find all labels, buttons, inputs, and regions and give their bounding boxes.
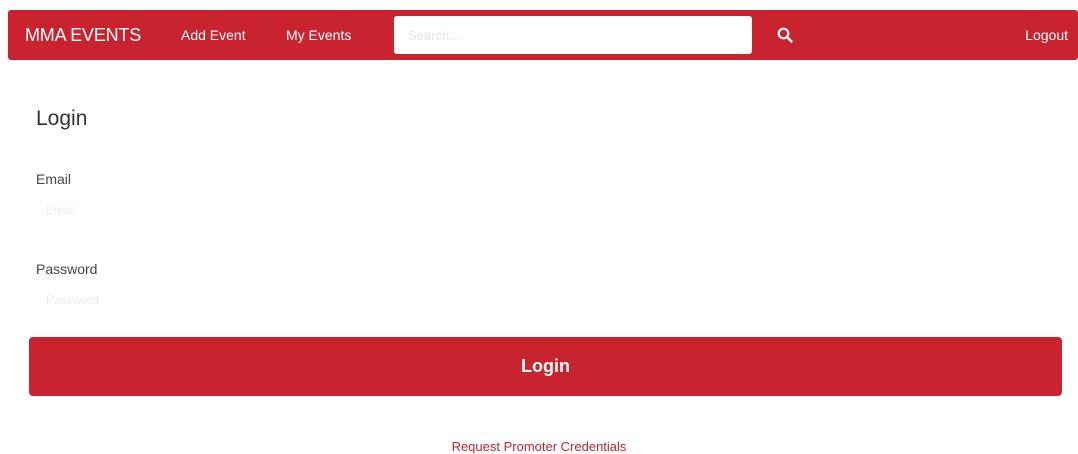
search-button[interactable]: [762, 16, 808, 54]
add-event-link[interactable]: Add Event: [181, 27, 246, 43]
login-button[interactable]: Login: [29, 337, 1062, 396]
brand-link[interactable]: MMA EVENTS: [25, 25, 141, 46]
password-field[interactable]: [36, 285, 1062, 315]
email-label: Email: [36, 171, 72, 187]
page-title: Login: [36, 107, 88, 130]
top-navbar: MMA EVENTS Add Event My Events Logout: [8, 10, 1078, 60]
logout-link[interactable]: Logout: [1025, 27, 1068, 43]
my-events-link[interactable]: My Events: [286, 27, 351, 43]
request-credentials-link[interactable]: Request Promoter Credentials: [0, 439, 1078, 454]
email-field[interactable]: [36, 195, 1062, 225]
search-input[interactable]: [394, 16, 752, 54]
search-icon: [777, 27, 793, 43]
password-label: Password: [36, 261, 98, 277]
